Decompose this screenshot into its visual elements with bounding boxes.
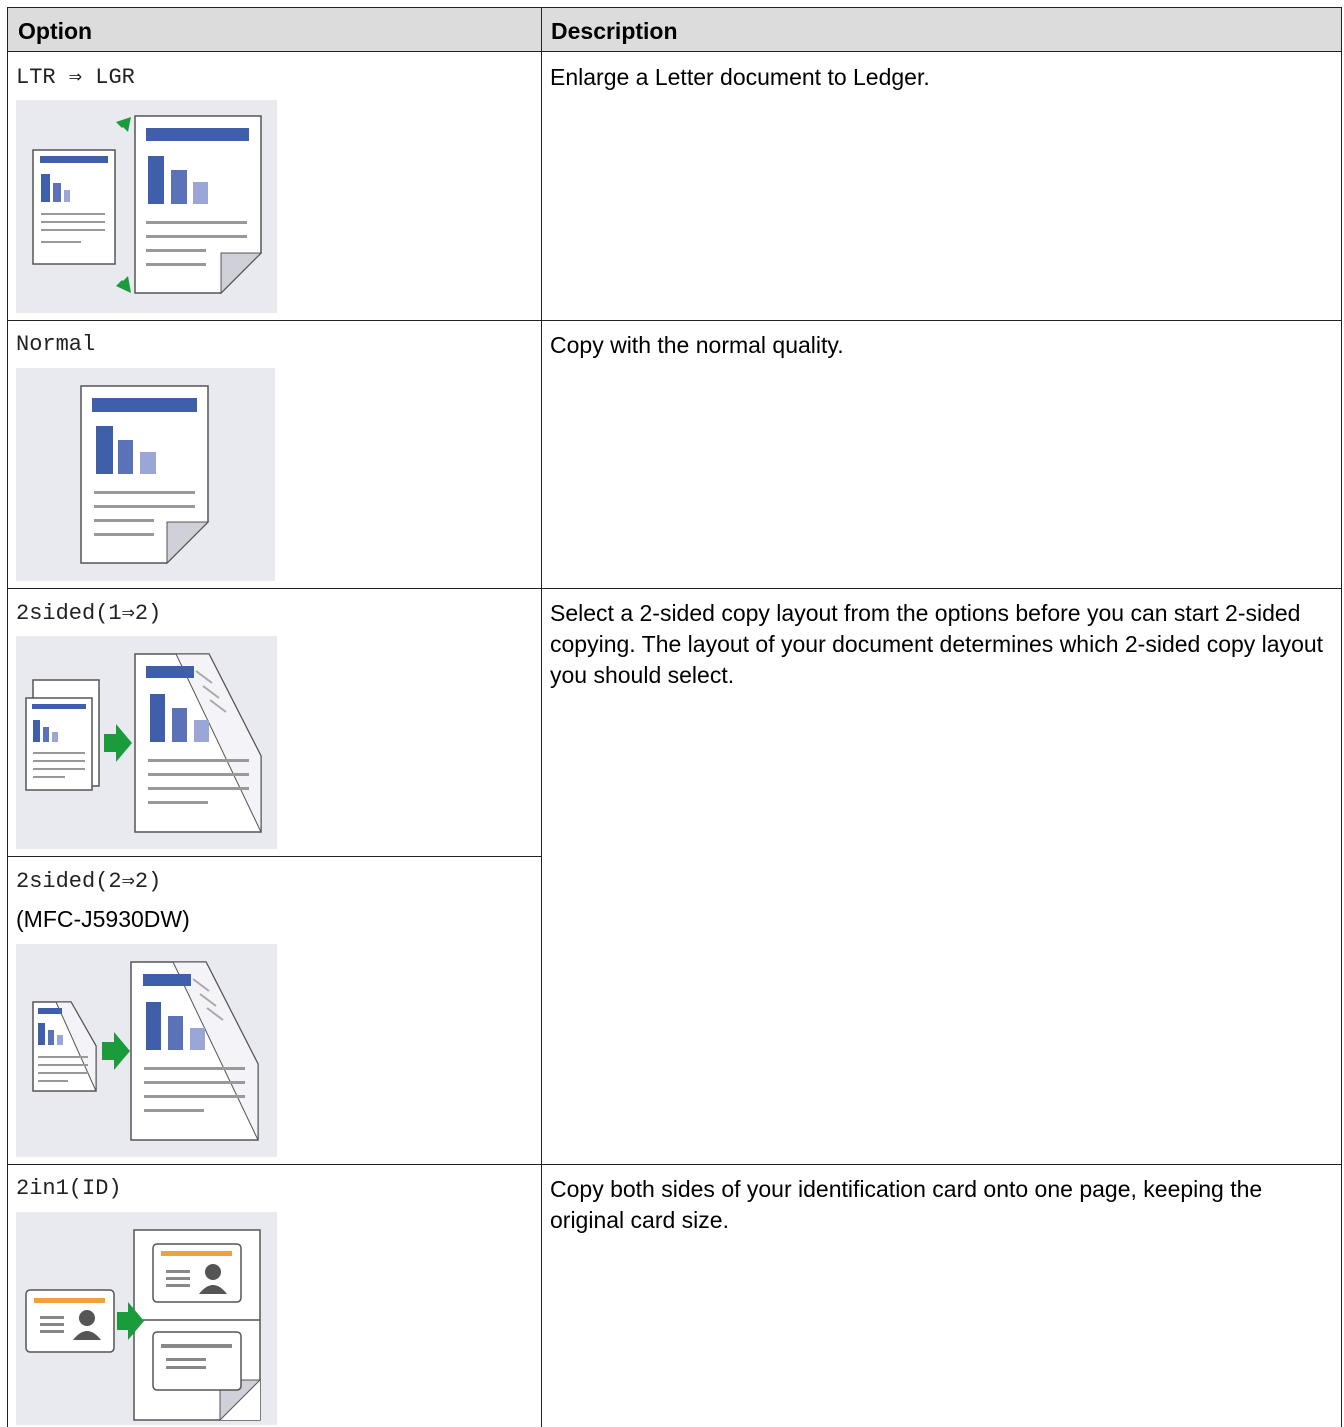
option-ltr-lgr: LTR ⇒ LGR (16, 65, 135, 90)
two-sided-2-to-2-illustration (16, 944, 277, 1157)
description-normal: Copy with the normal quality. (550, 332, 844, 358)
model-note: (MFC-J5930DW) (16, 906, 190, 932)
column-divider (541, 8, 542, 1427)
row-divider (8, 856, 541, 857)
row-divider (8, 1164, 1341, 1165)
row-divider (8, 320, 1341, 321)
two-sided-1-to-2-illustration (16, 636, 277, 849)
option-2in1-id: 2in1(ID) (16, 1176, 122, 1201)
normal-copy-illustration (16, 368, 275, 581)
description-2sided: Select a 2-sided copy layout from the op… (550, 600, 1324, 688)
option-normal: Normal (16, 332, 96, 357)
row-divider (8, 588, 1341, 589)
header-option: Option (18, 18, 93, 44)
header-description: Description (551, 18, 678, 44)
description-ltr-lgr: Enlarge a Letter document to Ledger. (550, 64, 930, 90)
two-in-one-id-illustration (16, 1212, 277, 1425)
option-2sided-2-2: 2sided(2⇒2) (16, 869, 162, 894)
description-2in1-id: Copy both sides of your identification c… (550, 1176, 1263, 1233)
enlarge-ltr-to-lgr-illustration (16, 100, 277, 313)
option-2sided-1-2: 2sided(1⇒2) (16, 601, 162, 626)
table-header: Option Description (8, 8, 1341, 52)
